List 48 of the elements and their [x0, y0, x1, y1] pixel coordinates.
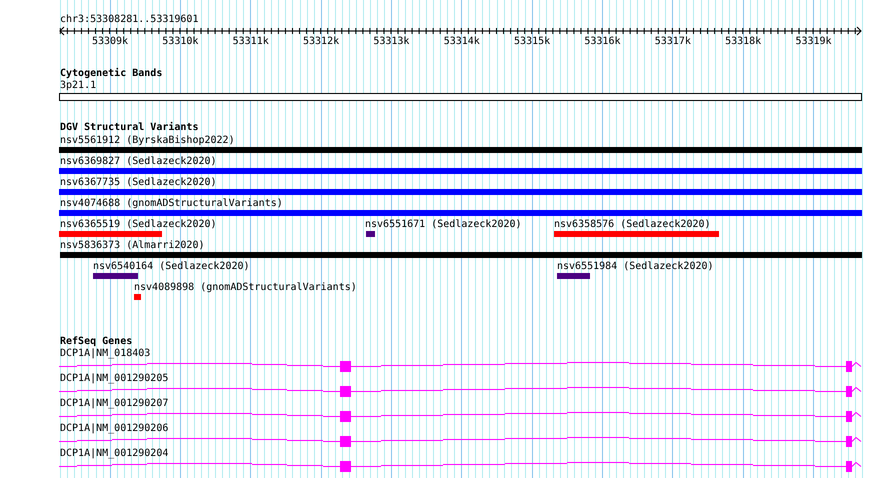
variant-bar[interactable]	[557, 273, 590, 279]
tick-label: 53319k	[795, 36, 832, 48]
variant-label: nsv5836373 (Almarri2020)	[60, 240, 204, 252]
gene-label: DCP1A|NM_018403	[60, 348, 150, 360]
variant-label: nsv6540164 (Sedlazeck2020)	[93, 261, 250, 273]
gene-model-drawing[interactable]	[59, 411, 862, 422]
tick-label: 53312k	[302, 36, 340, 48]
tick-label: 53313k	[373, 36, 410, 48]
tick-label: 53316k	[584, 36, 620, 48]
variant-bar[interactable]	[554, 231, 719, 237]
band-label: 3p21.1	[60, 80, 96, 92]
variant-label: nsv6365519 (Sedlazeck2020)	[60, 219, 217, 231]
tick-label: 53310k	[162, 36, 198, 48]
tick-label: 53318k	[725, 36, 762, 48]
variant-bar[interactable]	[366, 231, 375, 237]
variant-label: nsv5561912 (ByrskaBishop2022)	[60, 135, 235, 147]
variant-bar[interactable]	[134, 294, 141, 300]
gene-model-drawing[interactable]	[59, 461, 862, 472]
gene-model-drawing[interactable]	[59, 436, 862, 447]
variant-bar[interactable]	[59, 168, 862, 174]
variant-label: nsv4074688 (gnomADStructuralVariants)	[60, 198, 283, 210]
gene-label: DCP1A|NM_001290206	[60, 423, 168, 435]
variant-label: nsv6551671 (Sedlazeck2020)	[365, 219, 522, 231]
tick-label: 53315k	[514, 36, 550, 48]
tick-label: 53314k	[444, 36, 480, 48]
variant-bar[interactable]	[59, 147, 862, 153]
track-title: RefSeq Genes	[60, 336, 132, 348]
variant-bar[interactable]	[59, 189, 862, 195]
variant-label: nsv4089898 (gnomADStructuralVariants)	[134, 282, 357, 294]
variant-bar[interactable]	[59, 210, 862, 216]
gene-label: DCP1A|NM_001290205	[60, 373, 168, 385]
variant-label: nsv6367735 (Sedlazeck2020)	[60, 177, 217, 189]
variant-label: nsv6358576 (Sedlazeck2020)	[554, 219, 711, 231]
gene-model-drawing[interactable]	[59, 361, 862, 372]
tick-label: 53317k	[654, 36, 691, 48]
gene-label: DCP1A|NM_001290204	[60, 448, 168, 460]
tick-label: 53311k	[232, 36, 269, 48]
gene-label: DCP1A|NM_001290207	[60, 398, 168, 410]
variant-label: nsv6551984 (Sedlazeck2020)	[557, 261, 714, 273]
variant-bar[interactable]	[60, 252, 862, 258]
tick-label: 53309k	[92, 36, 128, 48]
variant-label: nsv6369827 (Sedlazeck2020)	[60, 156, 217, 168]
variant-bar[interactable]	[59, 231, 162, 237]
variant-bar[interactable]	[93, 273, 138, 279]
gene-model-drawing[interactable]	[59, 386, 862, 397]
location-label: chr3:53308281..53319601	[60, 14, 198, 26]
track-title: DGV Structural Variants	[60, 122, 198, 134]
track-title: Cytogenetic Bands	[60, 68, 162, 80]
